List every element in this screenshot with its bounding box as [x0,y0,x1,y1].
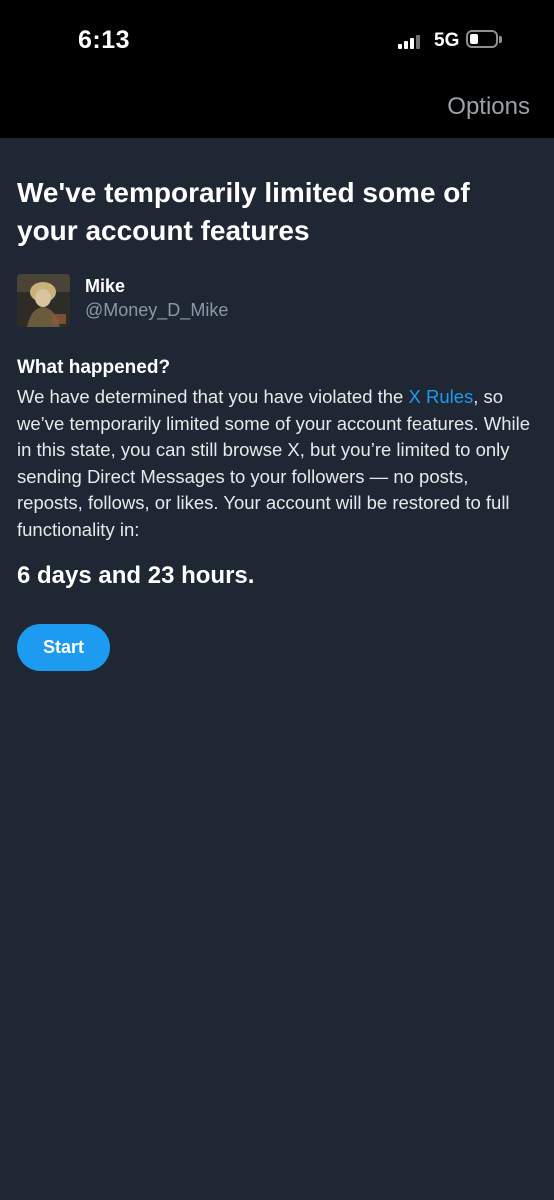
explanation-text: We have determined that you have violate… [17,384,539,543]
user-handle: @Money_D_Mike [85,300,229,320]
battery-low-icon [466,30,502,50]
x-rules-link[interactable]: X Rules [409,386,474,407]
restriction-duration: 6 days and 23 hours. [17,562,255,589]
network-type: 5G [434,30,460,51]
avatar [17,274,70,327]
status-time: 6:13 [78,26,131,54]
restriction-notice: We've temporarily limited some of your a… [0,138,554,1200]
explanation-text-start: We have determined that you have violate… [17,386,409,407]
start-button[interactable]: Start [17,624,110,671]
page-title: We've temporarily limited some of your a… [17,177,470,246]
explanation-text-end: , so we’ve temporarily limited some of y… [17,386,531,540]
status-bar: 6:13 5G [0,0,554,84]
options-button[interactable]: Options [447,93,530,121]
cellular-signal-icon [398,35,422,49]
user-display-name: Mike [85,276,126,296]
top-nav-bar: Options [0,84,554,138]
section-heading: What happened? [17,357,171,378]
